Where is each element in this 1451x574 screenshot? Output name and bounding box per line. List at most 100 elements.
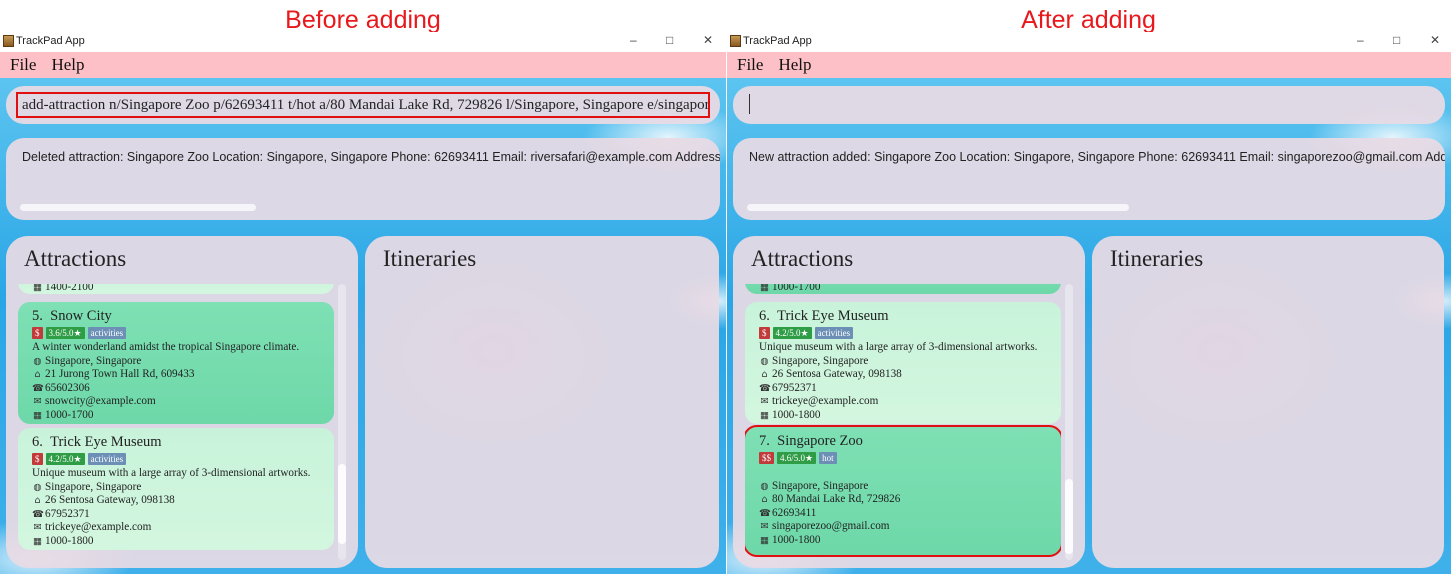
attraction-address: 80 Mandai Lake Rd, 729826: [772, 493, 901, 506]
attraction-list-scrollbar[interactable]: [1065, 284, 1073, 560]
tag-badge: activities: [814, 327, 854, 339]
phone-icon: ☎: [32, 508, 44, 520]
close-button[interactable]: ✕: [703, 33, 713, 47]
attraction-name: Trick Eye Museum: [50, 434, 162, 450]
home-icon: ⌂: [34, 369, 41, 381]
itineraries-panel: Itineraries: [365, 236, 719, 568]
minimize-button[interactable]: –: [630, 33, 637, 47]
attraction-description: [759, 466, 1047, 480]
rating-badge: 4.6/5.0★: [777, 452, 817, 464]
price-badge: $: [759, 327, 770, 339]
scrollbar-thumb[interactable]: [1065, 479, 1073, 554]
menu-file[interactable]: File: [737, 55, 763, 75]
menu-help[interactable]: Help: [778, 55, 811, 75]
attraction-phone: 67952371: [772, 381, 817, 394]
attractions-title: Attractions: [24, 246, 127, 271]
app-icon: [3, 35, 14, 47]
title-bar: TrackPad App – □ ✕: [727, 32, 1451, 52]
rating-badge: 3.6/5.0★: [45, 327, 85, 339]
attraction-address: 26 Sentosa Gateway, 098138: [45, 494, 175, 507]
window-title: TrackPad App: [743, 35, 812, 47]
attraction-description: Unique museum with a large array of 3-di…: [32, 467, 311, 479]
itineraries-title: Itineraries: [1110, 246, 1204, 271]
result-scrollbar[interactable]: [747, 204, 1129, 211]
mail-icon: ✉: [760, 396, 769, 408]
attraction-list[interactable]: ▦ 1400-2100 5. Snow City $ 3.6/5.0★ activ…: [18, 284, 334, 560]
attraction-description: A winter wonderland amidst the tropical …: [32, 341, 300, 353]
command-input[interactable]: [743, 92, 1435, 118]
minimize-button[interactable]: –: [1357, 33, 1364, 47]
command-box: [733, 86, 1445, 124]
main-content: add-attraction n/Singapore Zoo p/6269341…: [0, 78, 726, 574]
maximize-button[interactable]: □: [666, 33, 673, 47]
price-badge: $: [32, 453, 43, 465]
tag-badge: activities: [87, 327, 127, 339]
attraction-index: 7.: [759, 433, 770, 449]
price-badge: $: [32, 327, 43, 339]
attraction-phone: 67952371: [45, 507, 90, 520]
list-item[interactable]: 6. Trick Eye Museum $ 4.2/5.0★ activitie…: [745, 302, 1061, 424]
attraction-index: 6.: [759, 308, 770, 324]
attraction-address: 26 Sentosa Gateway, 098138: [772, 368, 902, 381]
calendar-icon: ▦: [33, 409, 42, 421]
close-button[interactable]: ✕: [1430, 33, 1440, 47]
menu-bar: File Help: [0, 52, 726, 78]
attraction-list-scrollbar[interactable]: [338, 284, 346, 560]
scrollbar-thumb[interactable]: [338, 464, 346, 544]
attraction-name: Singapore Zoo: [777, 433, 863, 449]
result-text: Deleted attraction: Singapore Zoo Locati…: [22, 150, 720, 164]
window-after: TrackPad App – □ ✕ File Help New attract…: [727, 32, 1451, 574]
mail-icon: ✉: [33, 396, 42, 408]
list-item-new-attraction[interactable]: 7. Singapore Zoo $$ 4.6/5.0★ hot ◍ Singap…: [745, 425, 1061, 557]
list-item[interactable]: ▦ 1400-2100: [18, 284, 334, 294]
attraction-list[interactable]: ▦ 1000-1700 6. Trick Eye Museum $ 4.2/5.0…: [745, 284, 1061, 560]
attraction-email: trickeye@example.com: [772, 395, 879, 408]
command-input[interactable]: add-attraction n/Singapore Zoo p/6269341…: [16, 92, 710, 118]
result-scrollbar[interactable]: [20, 204, 256, 211]
calendar-icon: ▦: [33, 535, 42, 547]
mail-icon: ✉: [33, 522, 42, 534]
attraction-index: 5.: [32, 308, 43, 324]
opening-hours: 1400-2100: [45, 284, 94, 293]
itineraries-title: Itineraries: [383, 246, 477, 271]
globe-icon: ◍: [760, 355, 769, 367]
home-icon: ⌂: [761, 369, 768, 381]
maximize-button[interactable]: □: [1393, 33, 1400, 47]
list-item[interactable]: 5. Snow City $ 3.6/5.0★ activities A win…: [18, 302, 334, 424]
attraction-location: Singapore, Singapore: [45, 354, 142, 367]
home-icon: ⌂: [761, 494, 768, 506]
result-text: New attraction added: Singapore Zoo Loca…: [749, 150, 1445, 164]
attraction-description: Unique museum with a large array of 3-di…: [759, 341, 1038, 353]
opening-hours: 1000-1800: [772, 408, 821, 421]
attractions-panel: Attractions ▦ 1400-2100 5. Snow City $ 3.…: [6, 236, 358, 568]
price-badge: $$: [759, 452, 774, 464]
phone-icon: ☎: [32, 382, 44, 394]
calendar-icon: ▦: [760, 534, 769, 546]
result-display: New attraction added: Singapore Zoo Loca…: [733, 138, 1445, 220]
attraction-email: trickeye@example.com: [45, 521, 152, 534]
result-display: Deleted attraction: Singapore Zoo Locati…: [6, 138, 720, 220]
menu-file[interactable]: File: [10, 55, 36, 75]
list-item[interactable]: 6. Trick Eye Museum $ 4.2/5.0★ activitie…: [18, 428, 334, 550]
main-content: New attraction added: Singapore Zoo Loca…: [727, 78, 1451, 574]
phone-icon: ☎: [759, 382, 771, 394]
opening-hours: 1000-1800: [772, 533, 821, 546]
title-bar: TrackPad App – □ ✕: [0, 32, 726, 52]
list-item[interactable]: ▦ 1000-1700: [745, 284, 1061, 294]
app-icon: [730, 35, 741, 47]
attraction-email: snowcity@example.com: [45, 395, 156, 408]
attraction-phone: 65602306: [45, 381, 90, 394]
mail-icon: ✉: [760, 521, 769, 533]
attraction-name: Snow City: [50, 308, 112, 324]
rating-badge: 4.2/5.0★: [45, 453, 85, 465]
menu-bar: File Help: [727, 52, 1451, 78]
opening-hours: 1000-1700: [772, 284, 821, 293]
window-title: TrackPad App: [16, 35, 85, 47]
menu-help[interactable]: Help: [51, 55, 84, 75]
attraction-index: 6.: [32, 434, 43, 450]
attraction-name: Trick Eye Museum: [777, 308, 889, 324]
attractions-panel: Attractions ▦ 1000-1700 6. Trick Eye Muse…: [733, 236, 1085, 568]
calendar-icon: ▦: [760, 409, 769, 421]
globe-icon: ◍: [760, 480, 769, 492]
text-caret: [749, 94, 750, 114]
